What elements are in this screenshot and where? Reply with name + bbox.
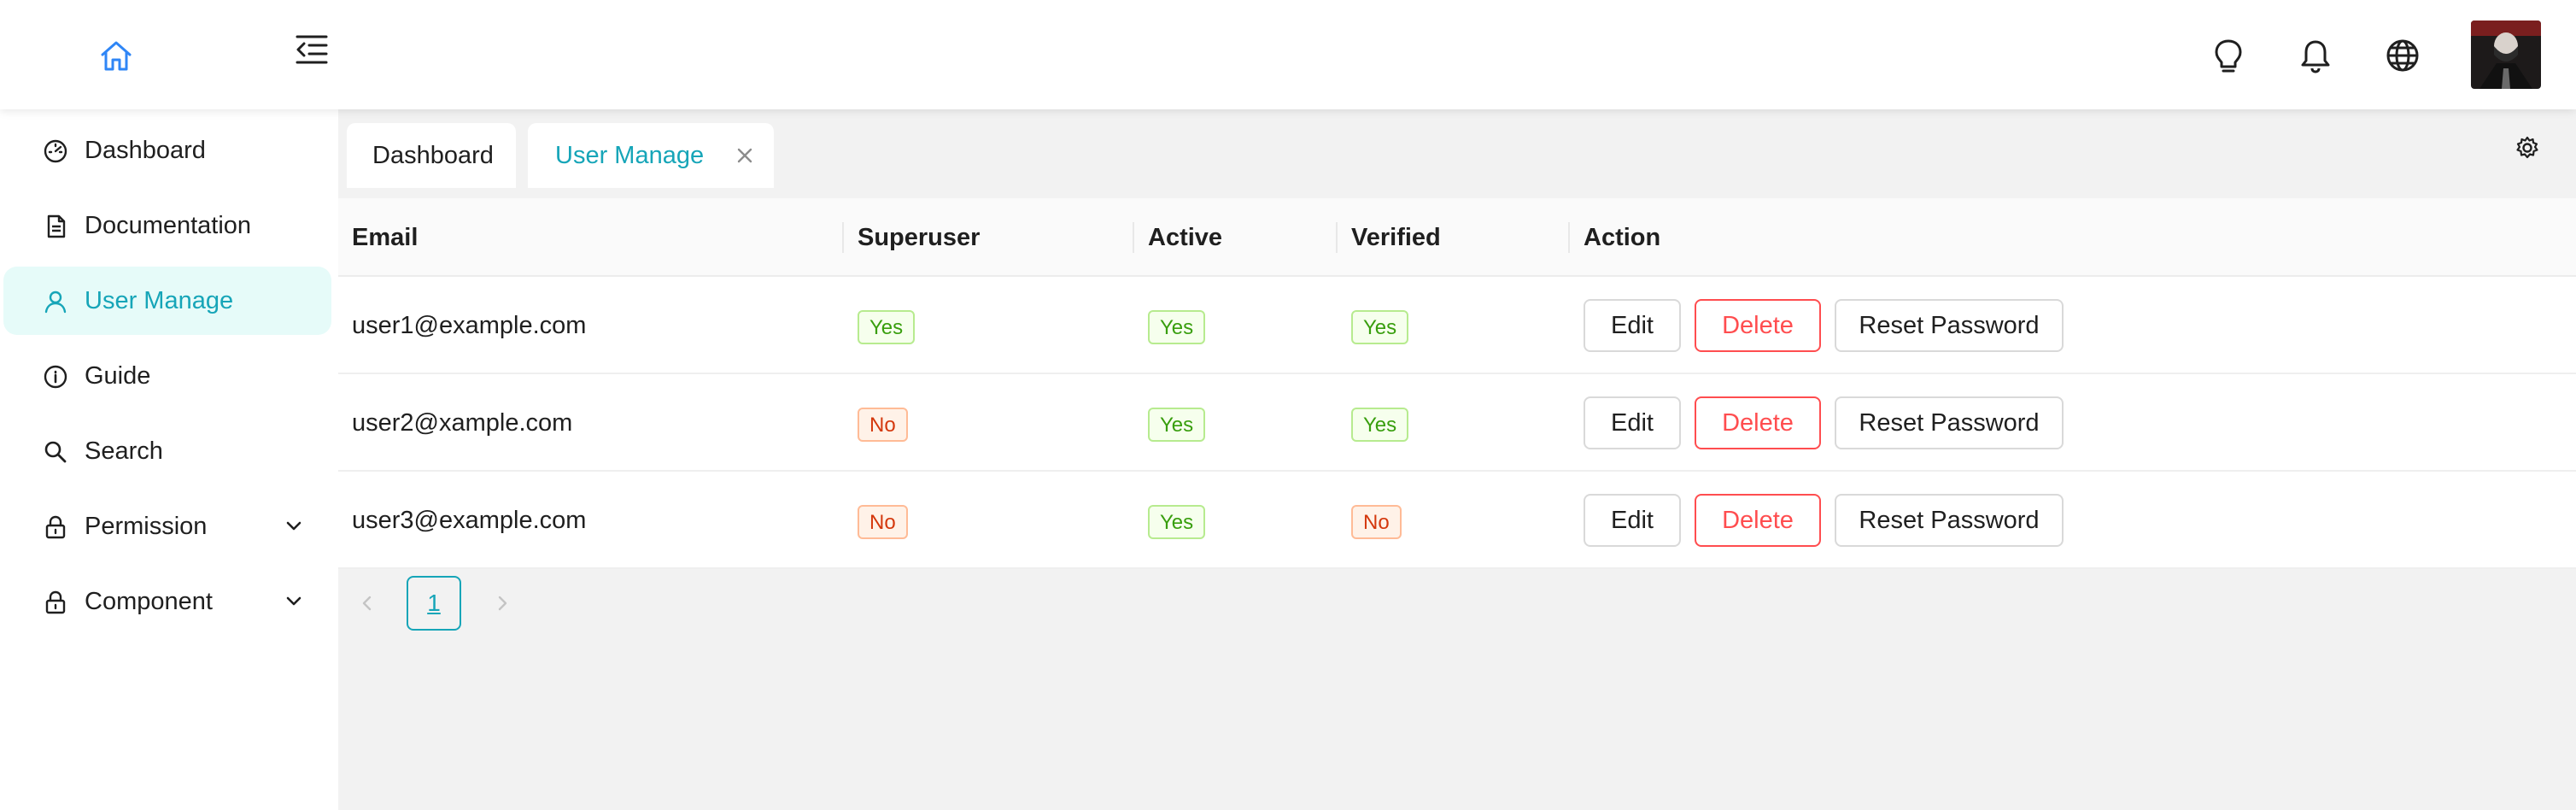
sidebar-item-search[interactable]: Search <box>3 417 331 485</box>
reset-password-button[interactable]: Reset Password <box>1835 396 2064 449</box>
verified-badge: No <box>1351 505 1402 539</box>
email-cell: user1@example.com <box>352 312 587 339</box>
home-icon[interactable] <box>97 37 135 74</box>
email-cell: user3@example.com <box>352 507 587 534</box>
lock-icon <box>43 590 68 615</box>
info-icon <box>43 364 68 390</box>
column-header-active[interactable]: Active <box>1148 198 1222 277</box>
verified-badge: Yes <box>1351 408 1409 442</box>
tab-label: Dashboard <box>372 142 494 169</box>
column-divider <box>842 222 844 253</box>
superuser-badge: Yes <box>858 310 916 344</box>
sidebar-item-label: Guide <box>85 362 151 390</box>
main-content: Dashboard User Manage Email Superuser Ac… <box>338 109 2576 810</box>
sidebar-item-guide[interactable]: Guide <box>3 342 331 410</box>
search-icon <box>43 439 68 465</box>
pagination: 1 <box>338 571 2576 639</box>
top-header <box>0 0 2576 109</box>
column-header-superuser[interactable]: Superuser <box>858 198 980 277</box>
reset-password-button[interactable]: Reset Password <box>1835 299 2064 352</box>
superuser-badge: No <box>858 505 908 539</box>
table-row: user1@example.com Yes Yes Yes Edit Delet… <box>338 277 2576 374</box>
chevron-left-icon[interactable] <box>357 593 378 613</box>
active-badge: Yes <box>1148 408 1206 442</box>
active-badge: Yes <box>1148 310 1206 344</box>
email-cell: user2@xample.com <box>352 409 573 437</box>
tab-user-manage[interactable]: User Manage <box>528 123 774 188</box>
sidebar-item-label: Dashboard <box>85 137 206 164</box>
column-divider <box>1568 222 1570 253</box>
sidebar-item-dashboard[interactable]: Dashboard <box>3 116 331 185</box>
sidebar-item-component[interactable]: Component <box>3 567 331 636</box>
tab-label: User Manage <box>555 142 705 169</box>
tab-dashboard[interactable]: Dashboard <box>347 123 516 188</box>
delete-button[interactable]: Delete <box>1695 299 1821 352</box>
active-badge: Yes <box>1148 505 1206 539</box>
reset-password-button[interactable]: Reset Password <box>1835 494 2064 547</box>
sidebar-item-label: Permission <box>85 513 208 540</box>
column-header-verified[interactable]: Verified <box>1351 198 1441 277</box>
dashboard-icon <box>43 138 68 164</box>
sidebar-item-label: Documentation <box>85 212 252 239</box>
delete-button[interactable]: Delete <box>1695 396 1821 449</box>
verified-badge: Yes <box>1351 310 1409 344</box>
sidebar-item-permission[interactable]: Permission <box>3 492 331 561</box>
chevron-down-icon[interactable] <box>282 514 306 538</box>
globe-icon[interactable] <box>2383 36 2422 75</box>
column-header-email[interactable]: Email <box>352 198 418 277</box>
page-number-button[interactable]: 1 <box>407 576 461 631</box>
sidebar-item-user-manage[interactable]: User Manage <box>3 267 331 335</box>
column-divider <box>1336 222 1338 253</box>
user-icon <box>43 289 68 314</box>
table-row: user3@example.com No Yes No Edit Delete … <box>338 472 2576 569</box>
delete-button[interactable]: Delete <box>1695 494 1821 547</box>
edit-button[interactable]: Edit <box>1584 299 1681 352</box>
lightbulb-icon[interactable] <box>2209 36 2248 75</box>
column-header-action: Action <box>1584 224 1661 251</box>
chevron-right-icon[interactable] <box>492 593 512 613</box>
gear-icon[interactable] <box>2515 135 2540 161</box>
close-icon[interactable] <box>735 145 755 166</box>
superuser-badge: No <box>858 408 908 442</box>
tabs-bar: Dashboard User Manage <box>338 109 2576 198</box>
table-header: Email Superuser Active Verified Action <box>338 198 2576 277</box>
sidebar-item-documentation[interactable]: Documentation <box>3 191 331 260</box>
edit-button[interactable]: Edit <box>1584 494 1681 547</box>
sidebar-item-label: Search <box>85 437 163 465</box>
sidebar: Dashboard Documentation User Manage Guid… <box>0 109 338 810</box>
sidebar-item-label: User Manage <box>85 287 234 314</box>
lock-icon <box>43 514 68 540</box>
table-row: user2@xample.com No Yes Yes Edit Delete … <box>338 374 2576 472</box>
menu-fold-icon[interactable] <box>294 32 330 67</box>
sidebar-item-label: Component <box>85 588 213 615</box>
chevron-down-icon[interactable] <box>282 590 306 613</box>
column-divider <box>1133 222 1134 253</box>
edit-button[interactable]: Edit <box>1584 396 1681 449</box>
users-table: Email Superuser Active Verified Action u… <box>338 198 2576 569</box>
avatar[interactable] <box>2471 21 2541 89</box>
document-icon <box>43 214 68 239</box>
bell-icon[interactable] <box>2296 36 2335 75</box>
